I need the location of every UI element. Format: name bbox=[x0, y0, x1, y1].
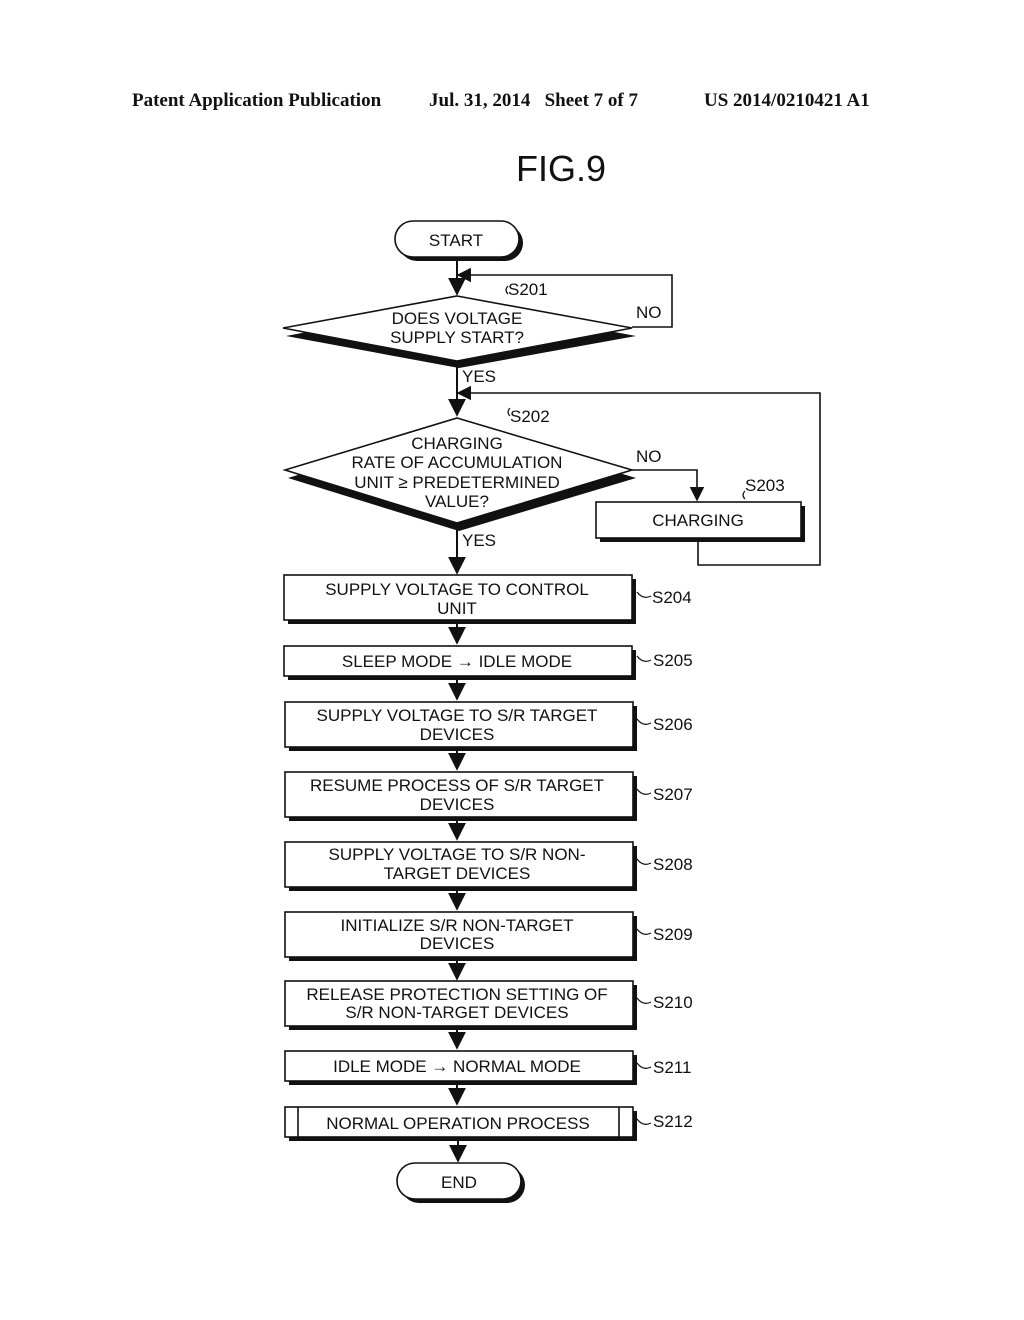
s212-step-id: S212 bbox=[653, 1112, 693, 1131]
s210-step-id: S210 bbox=[653, 993, 693, 1012]
predefined-process-s212: NORMAL OPERATION PROCESS bbox=[284, 1106, 637, 1141]
s208-step-id: S208 bbox=[653, 855, 693, 874]
s202-line-2: RATE OF ACCUMULATION bbox=[352, 453, 563, 472]
s206-leader bbox=[636, 718, 652, 725]
s205-step-id: S205 bbox=[653, 651, 693, 670]
flowchart: START DOES VOLTAGE SUPPLY START? S201 NO… bbox=[282, 220, 821, 1203]
s201-yes-label: YES bbox=[462, 367, 496, 386]
process-s210: RELEASE PROTECTION SETTING OF S/R NON-TA… bbox=[284, 980, 637, 1030]
decision-s201: DOES VOLTAGE SUPPLY START? bbox=[282, 295, 636, 368]
s202-yes-label: YES bbox=[462, 531, 496, 550]
s202-line-3: UNIT ≥ PREDETERMINED bbox=[354, 473, 559, 492]
s208-line-1: SUPPLY VOLTAGE TO S/R NON- bbox=[329, 845, 586, 864]
s208-leader bbox=[636, 858, 652, 865]
process-s205: SLEEP MODE → IDLE MODE bbox=[283, 645, 636, 680]
s202-no-arrow bbox=[632, 469, 705, 502]
start-label: START bbox=[429, 231, 483, 250]
s201-step-id: S201 bbox=[508, 280, 548, 299]
s204-step-id: S204 bbox=[652, 588, 692, 607]
s204-leader bbox=[636, 591, 652, 598]
process-s208: SUPPLY VOLTAGE TO S/R NON- TARGET DEVICE… bbox=[284, 841, 637, 891]
s205-line-1: SLEEP MODE → IDLE MODE bbox=[342, 652, 572, 671]
s212-leader bbox=[636, 1118, 652, 1125]
process-s207: RESUME PROCESS OF S/R TARGET DEVICES bbox=[284, 771, 637, 821]
s202-no-label: NO bbox=[636, 447, 662, 466]
s208-line-2: TARGET DEVICES bbox=[384, 864, 531, 883]
s209-leader bbox=[636, 928, 652, 935]
s201-line-2: SUPPLY START? bbox=[390, 328, 524, 347]
s209-line-1: INITIALIZE S/R NON-TARGET bbox=[341, 916, 574, 935]
s211-leader bbox=[636, 1062, 652, 1069]
s203-step-id: S203 bbox=[745, 476, 785, 495]
s204-line-2: UNIT bbox=[437, 599, 477, 618]
s202-line-4: VALUE? bbox=[425, 492, 489, 511]
s207-line-2: DEVICES bbox=[420, 795, 495, 814]
s205-leader bbox=[636, 655, 652, 662]
decision-s202: CHARGING RATE OF ACCUMULATION UNIT ≥ PRE… bbox=[282, 417, 636, 531]
s210-line-2: S/R NON-TARGET DEVICES bbox=[345, 1003, 568, 1022]
s203-line-1: CHARGING bbox=[652, 511, 744, 530]
s211-line-1: IDLE MODE → NORMAL MODE bbox=[333, 1057, 581, 1076]
start-terminal: START bbox=[394, 220, 523, 261]
s209-step-id: S209 bbox=[653, 925, 693, 944]
process-s204: SUPPLY VOLTAGE TO CONTROL UNIT bbox=[283, 574, 636, 624]
s209-line-2: DEVICES bbox=[420, 934, 495, 953]
s201-line-1: DOES VOLTAGE bbox=[392, 309, 523, 328]
s202-line-1: CHARGING bbox=[411, 434, 503, 453]
s207-leader bbox=[636, 788, 652, 795]
s210-leader bbox=[636, 997, 652, 1004]
s207-line-1: RESUME PROCESS OF S/R TARGET bbox=[310, 776, 604, 795]
s206-line-2: DEVICES bbox=[420, 725, 495, 744]
process-s211: IDLE MODE → NORMAL MODE bbox=[284, 1050, 637, 1085]
process-s203: CHARGING bbox=[595, 501, 805, 542]
end-terminal: END bbox=[396, 1162, 525, 1203]
s212-line-1: NORMAL OPERATION PROCESS bbox=[326, 1114, 590, 1133]
s201-no-label: NO bbox=[636, 303, 662, 322]
process-s206: SUPPLY VOLTAGE TO S/R TARGET DEVICES bbox=[284, 701, 637, 751]
process-s209: INITIALIZE S/R NON-TARGET DEVICES bbox=[284, 911, 637, 961]
end-label: END bbox=[441, 1173, 477, 1192]
s206-line-1: SUPPLY VOLTAGE TO S/R TARGET bbox=[317, 706, 598, 725]
s206-step-id: S206 bbox=[653, 715, 693, 734]
s202-step-id: S202 bbox=[510, 407, 550, 426]
s210-line-1: RELEASE PROTECTION SETTING OF bbox=[306, 985, 607, 1004]
s211-step-id: S211 bbox=[653, 1058, 691, 1077]
s204-line-1: SUPPLY VOLTAGE TO CONTROL bbox=[325, 580, 589, 599]
s207-step-id: S207 bbox=[653, 785, 693, 804]
